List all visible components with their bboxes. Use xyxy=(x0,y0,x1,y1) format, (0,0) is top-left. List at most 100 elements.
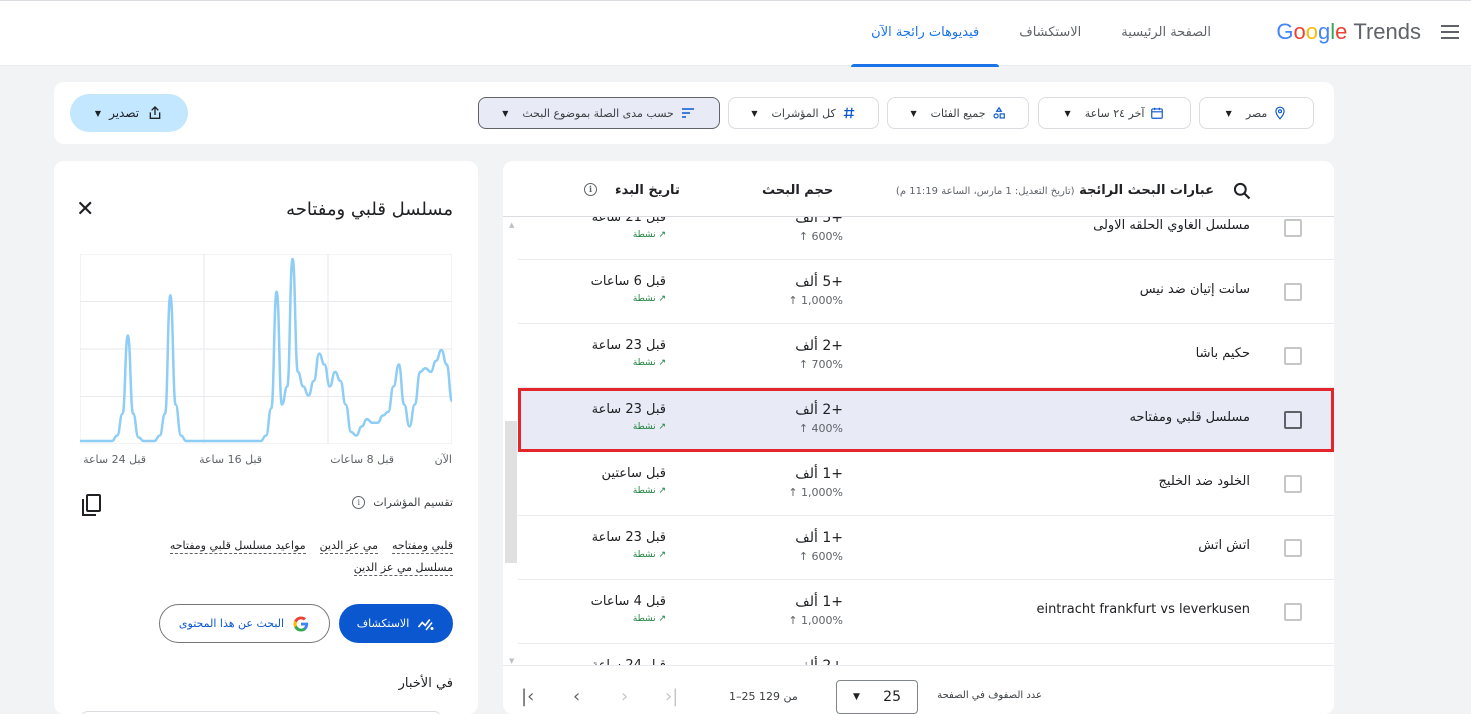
search-volume: +5 ألف ↑ 1,000% xyxy=(763,274,843,307)
menu-icon[interactable] xyxy=(1441,25,1459,39)
trend-term[interactable]: مسلسل قلبي ومفتاحه xyxy=(1129,410,1250,425)
previous-page-icon[interactable]: ‹ xyxy=(573,686,580,707)
google-trends-logo[interactable]: Google Trends xyxy=(1276,19,1421,45)
logo-trends: Trends xyxy=(1353,19,1421,44)
breakdown-label: تقسيم المؤشرات xyxy=(373,496,453,509)
trend-term[interactable]: الخلود ضد الخليج xyxy=(1159,474,1250,489)
status-badge: ↗ نشطة xyxy=(582,230,666,240)
started-value: قبل 23 ساعة xyxy=(591,338,666,353)
trend-term[interactable]: اتش اتش xyxy=(1198,538,1250,553)
trending-up-icon: ↗ xyxy=(658,294,666,304)
rows-per-page-label: عدد الصفوف في الصفحة xyxy=(937,690,1042,701)
scroll-up-icon[interactable]: ▲ xyxy=(509,221,514,229)
row-checkbox[interactable] xyxy=(1284,347,1302,365)
caret-down-icon: ▼ xyxy=(751,108,758,118)
first-page-icon[interactable]: |‹ xyxy=(521,686,534,707)
caret-down-icon: ▼ xyxy=(94,108,102,118)
next-page-icon[interactable]: › xyxy=(621,686,628,707)
table-row[interactable]: حكيم باشا +2 ألف ↑ 700% قبل 23 ساعة ↗ نشطة xyxy=(518,324,1334,388)
started-value: قبل 23 ساعة xyxy=(591,402,666,417)
table-row[interactable]: +2 ألف قبل 24 ساعة xyxy=(518,644,1334,665)
search-icon[interactable] xyxy=(1232,181,1252,201)
last-page-icon[interactable]: ›| xyxy=(665,686,678,707)
rows-per-page-select[interactable]: ▼ 25 xyxy=(836,680,918,714)
row-checkbox[interactable] xyxy=(1284,475,1302,493)
search-volume: +1 ألف ↑ 1,000% xyxy=(763,466,843,499)
volume-value: +2 ألف xyxy=(795,338,843,354)
table-row[interactable]: eintracht frankfurt vs leverkusen +1 ألف ↑… xyxy=(518,580,1334,644)
breakdown-heading: تقسيم المؤشرات i xyxy=(352,496,453,509)
scrollbar-thumb[interactable] xyxy=(505,421,517,563)
caret-down-icon: ▼ xyxy=(910,108,917,118)
info-icon[interactable]: i xyxy=(352,496,366,509)
row-checkbox[interactable] xyxy=(1284,603,1302,621)
nav-home[interactable]: الصفحة الرئيسية xyxy=(1101,1,1231,67)
country-filter[interactable]: مصر ▼ xyxy=(1199,97,1314,129)
trend-chart xyxy=(80,254,452,444)
scroll-down-icon[interactable]: ▼ xyxy=(509,657,514,665)
started-cell: قبل 24 ساعة xyxy=(582,658,666,665)
row-checkbox[interactable] xyxy=(1284,219,1302,237)
close-icon[interactable]: ✕ xyxy=(76,199,94,221)
col-trends-updated: (تاريخ التعديل: 1 مارس، الساعة 11:19 م) xyxy=(895,186,1075,197)
trend-term[interactable]: حكيم باشا xyxy=(1196,346,1250,361)
volume-value: +5 ألف xyxy=(795,217,843,226)
status-label: نشطة xyxy=(632,422,656,432)
table-row[interactable]: سانت إتيان ضد نيس +5 ألف ↑ 1,000% قبل 6 ساع… xyxy=(518,260,1334,324)
status-filter[interactable]: كل المؤشرات ▼ xyxy=(728,97,879,129)
x-tick-label: قبل 8 ساعات xyxy=(330,453,394,466)
search-content-button[interactable]: البحث عن هذا المحتوى xyxy=(159,604,330,643)
started-value: قبل 24 ساعة xyxy=(582,658,666,665)
started-cell: قبل 23 ساعة ↗ نشطة xyxy=(582,530,666,560)
trending-up-icon: ↗ xyxy=(658,422,666,432)
sort-label: حسب مدى الصلة بموضوع البحث xyxy=(522,106,674,120)
copy-icon[interactable] xyxy=(81,494,101,516)
status-label: نشطة xyxy=(632,614,656,624)
tag-link[interactable]: مسلسل مي عز الدين xyxy=(353,561,453,576)
time-filter[interactable]: آخر ٢٤ ساعة ▼ xyxy=(1038,97,1191,129)
started-cell: قبل ساعتين ↗ نشطة xyxy=(582,466,666,496)
volume-value: +2 ألف xyxy=(795,402,843,418)
started-value: قبل 4 ساعات xyxy=(590,594,666,609)
tag-link[interactable]: مي عز الدين xyxy=(319,539,378,554)
nav-trending-now[interactable]: فيديوهات رائجة الآن xyxy=(851,1,1000,67)
col-trends[interactable]: عبارات البحث الرائجة (تاريخ التعديل: 1 م… xyxy=(896,183,1214,198)
categories-icon xyxy=(992,106,1005,119)
country-label: مصر xyxy=(1245,106,1268,120)
pagination-range: 1–25 من 129 xyxy=(729,690,798,703)
col-started[interactable]: تاريخ البدء i xyxy=(584,183,680,198)
nav-explore[interactable]: الاستكشاف xyxy=(999,1,1101,67)
status-badge: ↗ نشطة xyxy=(582,550,666,560)
trending-up-icon: ↗ xyxy=(658,230,666,240)
table-header: عبارات البحث الرائجة (تاريخ التعديل: 1 م… xyxy=(503,161,1334,217)
explore-label: الاستكشاف xyxy=(356,617,410,630)
started-value: قبل 6 ساعات xyxy=(590,274,666,289)
search-volume: +1 ألف ↑ 1,000% xyxy=(763,594,843,627)
table-row[interactable]: مسلسل الغاوي الحلقه الاولى +5 ألف ↑ 600% قب… xyxy=(518,217,1334,260)
col-volume[interactable]: حجم البحث xyxy=(762,183,833,198)
table-footer: عدد الصفوف في الصفحة ▼ 25 1–25 من 129 ›|… xyxy=(503,665,1334,714)
info-icon[interactable]: i xyxy=(584,183,597,196)
category-filter[interactable]: جميع الفئات ▼ xyxy=(887,97,1029,129)
trend-term[interactable]: سانت إتيان ضد نيس xyxy=(1140,282,1250,297)
trends-table: عبارات البحث الرائجة (تاريخ التعديل: 1 م… xyxy=(503,161,1334,714)
trend-detail-panel: مسلسل قلبي ومفتاحه ✕ الآن قبل 8 ساعات قب… xyxy=(54,161,478,714)
trend-term[interactable]: مسلسل الغاوي الحلقه الاولى xyxy=(1093,218,1250,233)
table-row[interactable]: مسلسل قلبي ومفتاحه +2 ألف ↑ 400% قبل 23 ساع… xyxy=(518,388,1334,452)
explore-button[interactable]: الاستكشاف xyxy=(339,604,453,643)
caret-down-icon: ▼ xyxy=(502,108,509,118)
table-row[interactable]: اتش اتش +1 ألف ↑ 600% قبل 23 ساعة ↗ نشطة xyxy=(518,516,1334,580)
search-content-label: البحث عن هذا المحتوى xyxy=(178,617,285,630)
started-cell: قبل 21 ساعة ↗ نشطة xyxy=(582,217,666,240)
row-checkbox[interactable] xyxy=(1284,411,1302,429)
trend-term[interactable]: eintracht frankfurt vs leverkusen xyxy=(1036,602,1250,617)
tag-link[interactable]: قلبي ومفتاحه xyxy=(391,539,453,554)
tag-link[interactable]: مواعيد مسلسل قلبي ومفتاحه xyxy=(169,539,306,554)
row-checkbox[interactable] xyxy=(1284,283,1302,301)
row-checkbox[interactable] xyxy=(1284,539,1302,557)
sort-filter[interactable]: حسب مدى الصلة بموضوع البحث ▼ xyxy=(478,97,720,129)
export-button[interactable]: تصدير ▼ xyxy=(70,94,188,132)
table-row[interactable]: الخلود ضد الخليج +1 ألف ↑ 1,000% قبل ساعتين… xyxy=(518,452,1334,516)
search-volume: +5 ألف ↑ 600% xyxy=(763,217,843,243)
category-label: جميع الفئات xyxy=(930,106,986,120)
